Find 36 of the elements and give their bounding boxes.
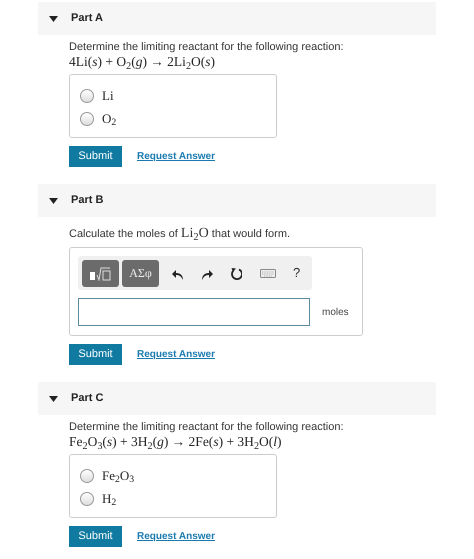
submit-button[interactable]: Submit — [69, 526, 122, 547]
collapse-triangle-icon[interactable] — [49, 16, 58, 22]
part-header[interactable]: Part C — [38, 382, 436, 415]
request-answer-link[interactable]: Request Answer — [137, 529, 215, 544]
unit-label: moles — [322, 306, 349, 320]
question-text: Determine the limiting reactant for the following reaction: — [69, 41, 345, 54]
choice-label: Fe$_{2}$O$_{3}$ — [102, 466, 134, 486]
help-button[interactable]: ? — [293, 263, 300, 283]
choice-label: H$_{2}$ — [102, 490, 116, 508]
choice-label: O$_{2}$ — [102, 110, 116, 128]
radio-button[interactable] — [80, 88, 94, 102]
radio-button[interactable] — [80, 468, 94, 482]
question-text: Determine the limiting reactant for the following reaction: — [69, 421, 345, 434]
choice-label: Li — [102, 86, 114, 105]
part-header[interactable]: Part B — [38, 184, 436, 217]
request-answer-link[interactable]: Request Answer — [137, 149, 215, 164]
part-header[interactable]: Part A — [38, 2, 436, 35]
radio-button[interactable] — [80, 492, 94, 506]
request-answer-link[interactable]: Request Answer — [137, 347, 215, 362]
collapse-triangle-icon[interactable] — [49, 396, 58, 402]
fraction-root-icon[interactable] — [90, 266, 111, 280]
reset-icon[interactable] — [230, 266, 242, 280]
keyboard-icon[interactable] — [260, 268, 276, 278]
part-title: Part A — [71, 11, 103, 26]
question-text: Calculate the moles of Li$_{2}$O that would form. — [69, 227, 292, 241]
part-title: Part B — [71, 193, 104, 208]
templates-button[interactable] — [82, 260, 119, 286]
answer-input-field[interactable] — [78, 298, 310, 326]
radio-button[interactable] — [80, 112, 94, 126]
submit-button[interactable]: Submit — [69, 146, 122, 167]
equation-text: 4Li(s) + O$_{2}$(g) → 2Li$_{2}$O(s) — [69, 54, 216, 69]
submit-button[interactable]: Submit — [69, 344, 122, 365]
part-title: Part C — [71, 391, 104, 406]
collapse-triangle-icon[interactable] — [49, 198, 58, 204]
equation-text: Fe$_{2}$O$_{3}$(s) + 3H$_{2}$(g) → 2Fe(s) + 3H$_{2}$O(l) — [69, 434, 283, 449]
symbols-button[interactable]: ΑΣφ — [122, 260, 159, 286]
